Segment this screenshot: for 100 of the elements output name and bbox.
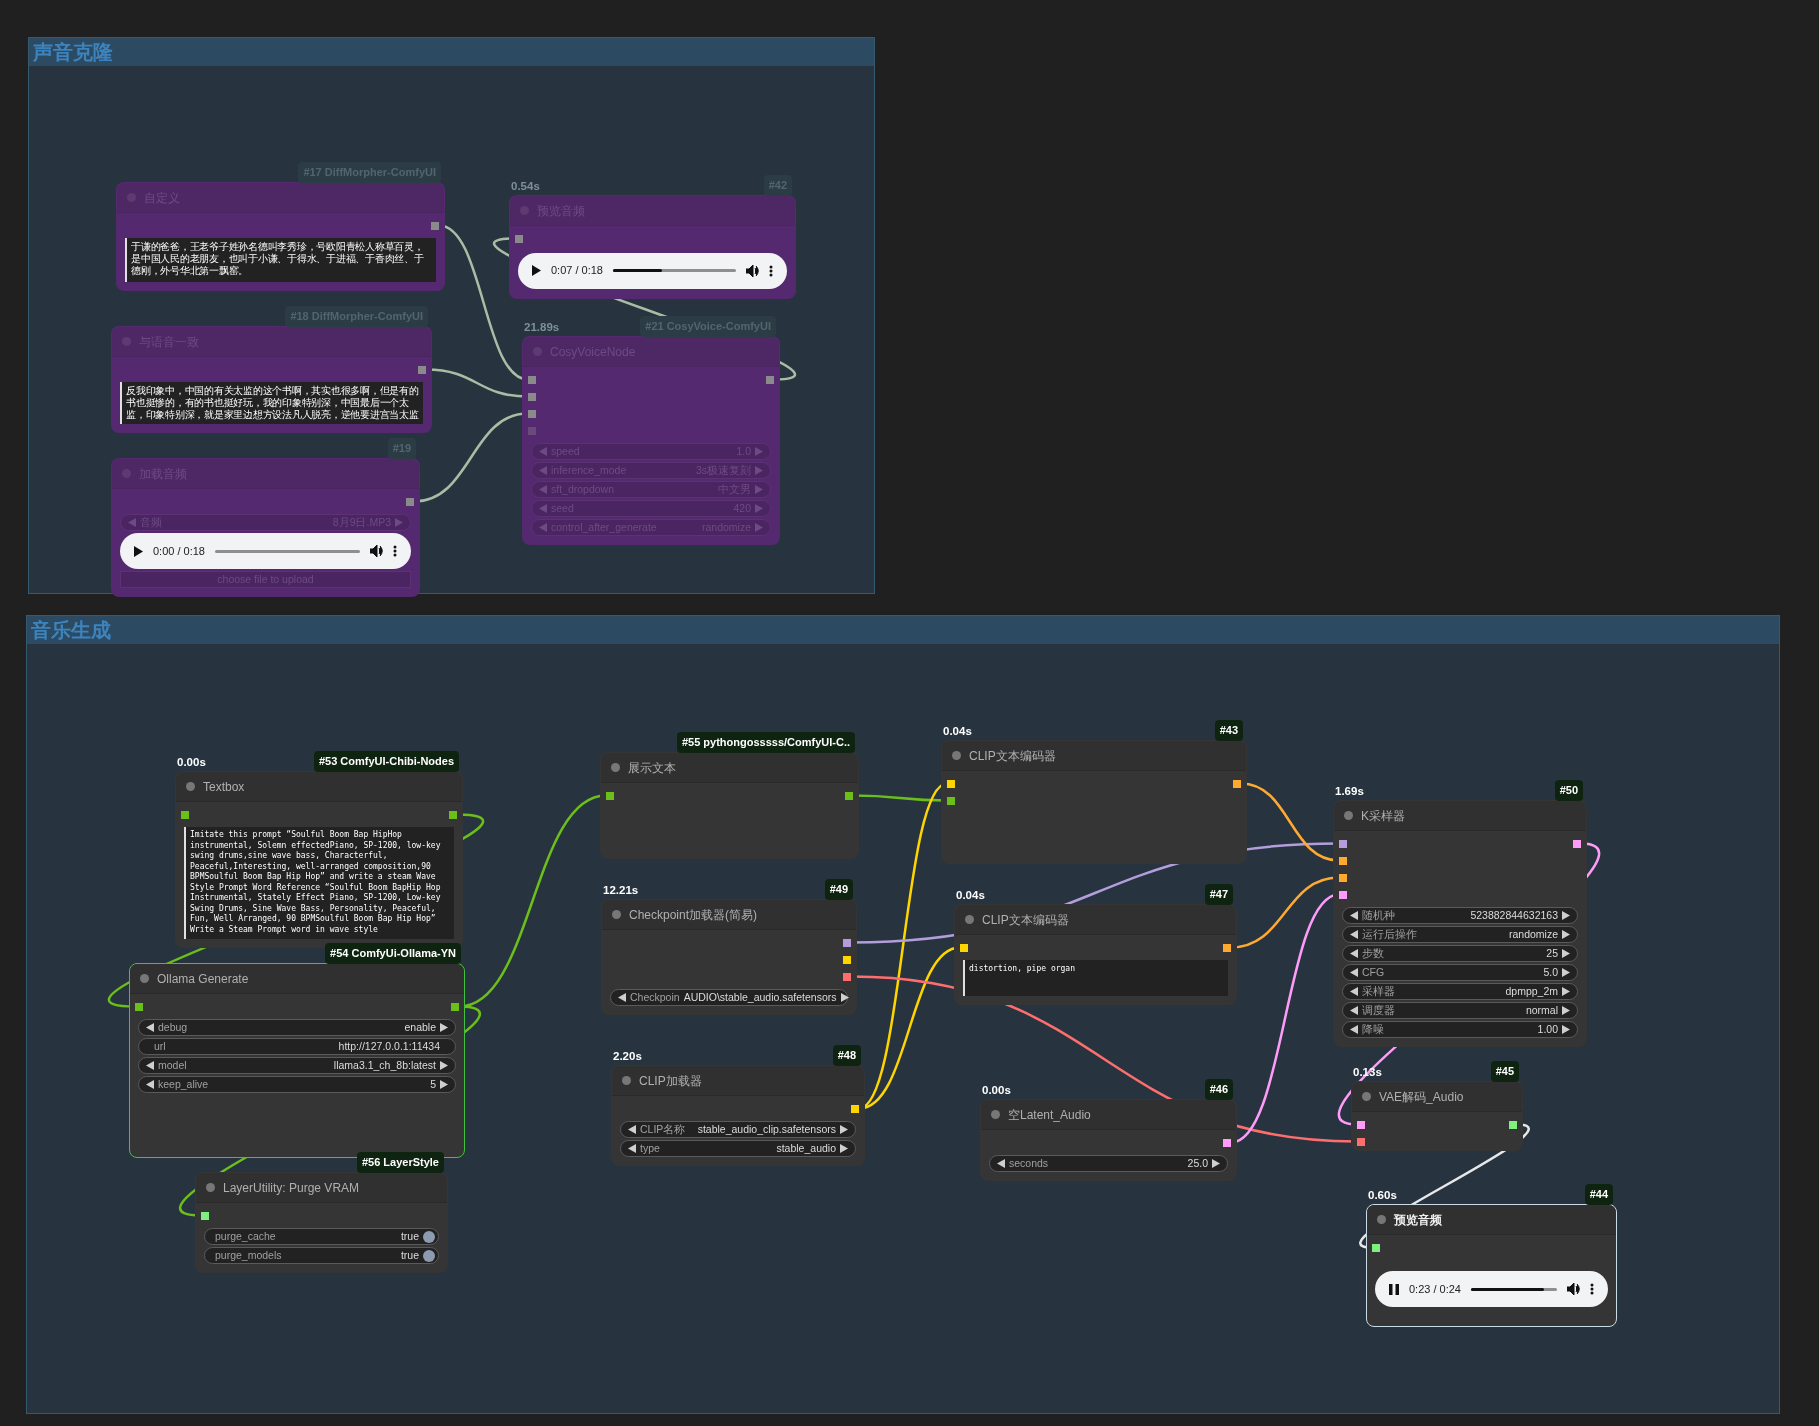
time-readout: 0:23 / 0:24 (1409, 1281, 1461, 1297)
widget-value: true (400, 1228, 419, 1244)
run-time-label: 12.21s (603, 883, 639, 898)
node-header[interactable]: 展示文本 (601, 753, 858, 783)
audio-player[interactable]: 0:00 / 0:18 (120, 533, 411, 569)
run-time-label: 0.60s (1368, 1188, 1397, 1203)
text-area[interactable]: distortion, pipe organ (963, 960, 1228, 996)
group-title: 声音克隆 (33, 42, 113, 62)
widget-value: 5 (430, 1076, 436, 1092)
value-stepper[interactable]: 调度器 normal (1342, 1002, 1578, 1019)
run-time-label: 21.89s (524, 320, 560, 335)
widget-label: seconds (1009, 1155, 1049, 1171)
node-title: Checkpoint加载器(简易) (629, 906, 758, 924)
node-badge: #54 ComfyUi-Ollama-YN (325, 943, 461, 964)
node-header[interactable]: CLIP文本编码器 (955, 905, 1236, 935)
node-header[interactable]: K采样器 (1334, 801, 1586, 831)
widget-label: purge_cache (215, 1228, 276, 1244)
value-stepper[interactable]: model llama3.1_ch_8b:latest (138, 1057, 456, 1074)
time-readout: 0:07 / 0:18 (551, 263, 603, 279)
node-title: K采样器 (1361, 807, 1405, 825)
run-time-label: 2.20s (613, 1049, 642, 1064)
widget-label: Checkpoin (630, 989, 680, 1005)
audio-player[interactable]: 0:07 / 0:18 (518, 252, 787, 289)
node-badge: #43 (1214, 720, 1243, 741)
toggle-switch[interactable]: purge_cache true (204, 1228, 439, 1245)
node-title: 预览音频 (1394, 1211, 1442, 1229)
node-header[interactable]: Ollama Generate (130, 964, 464, 994)
text-area[interactable]: 反我印象中，中国的有关太监的这个书啊，其实也很多啊，但是有的书也挺惨的，有的书也挺好玩，我的印象特别深，中国最后一个太监，印象特别深，就是家里边想方设法凡人脱亮，逆他要进宫当太监 (120, 382, 423, 424)
node-title: 空Latent_Audio (1008, 1106, 1091, 1124)
widget-label: type (640, 1140, 660, 1156)
node-title: Ollama Generate (157, 970, 249, 988)
value-stepper[interactable]: CFG 5.0 (1342, 964, 1578, 981)
node-title: CLIP加载器 (639, 1072, 702, 1090)
widget-value: dpmpp_2m (1505, 983, 1558, 999)
widget-value: AUDIO\stable_audio.safetensors (683, 989, 837, 1005)
value-stepper[interactable]: keep_alive 5 (138, 1076, 456, 1093)
node-header[interactable]: CLIP加载器 (612, 1066, 864, 1096)
node-title: CLIP文本编码器 (969, 747, 1056, 765)
value-stepper[interactable]: 随机种 523882844632163 (1342, 907, 1578, 924)
group-title: 音乐生成 (31, 620, 111, 640)
node-badge: #45 (1490, 1061, 1519, 1082)
node-card[interactable]: LayerUtility: Purge VRAM purge_cache true purge_models true (195, 1172, 448, 1273)
text-field[interactable]: url http://127.0.0.1:11434 (138, 1038, 456, 1055)
node-badge: #44 (1584, 1184, 1613, 1205)
widget-value: 1.00 (1537, 1021, 1558, 1037)
audio-player[interactable]: 0:23 / 0:24 (1375, 1271, 1608, 1307)
widget-value: normal (1525, 1002, 1558, 1018)
value-stepper[interactable]: Checkpoin AUDIO\stable_audio.safetensors (610, 989, 848, 1006)
node-header[interactable]: Checkpoint加载器(简易) (602, 900, 856, 930)
time-readout: 0:00 / 0:18 (153, 543, 205, 559)
widget-label: 运行后操作 (1362, 926, 1417, 942)
node-badge: #50 (1554, 780, 1583, 801)
widget-value: http://127.0.0.1:11434 (338, 1038, 440, 1054)
value-stepper[interactable]: seconds 25.0 (989, 1155, 1228, 1172)
value-stepper[interactable]: 步数 25 (1342, 945, 1578, 962)
node-card[interactable]: Checkpoint加载器(简易) Checkpoin AUDIO\stable_audio.safetensors (601, 899, 857, 1015)
widget-label: url (154, 1038, 166, 1054)
node-card[interactable]: K采样器 随机种 523882844632163 运行后操作 randomize 步数 25 CFG 5.0 采样器 dpmpp_2m 调度器 normal 降噪 1.00 (1333, 800, 1587, 1047)
node-badge: #47 (1204, 884, 1233, 905)
value-stepper[interactable]: type stable_audio (620, 1140, 856, 1157)
node-card[interactable]: CLIP加载器 CLIP名称 stable_audio_clip.safetensors type stable_audio (611, 1065, 865, 1166)
text-area[interactable]: Imitate this prompt “Soulful Boom Bap HipHop instrumental, Solemn effectedPiano, SP-1200, low-key swing drums,sine wave bass, Characterful, Peaceful,Interesting, well-arranged composition,90 BPMSoulful Boom Bap Hip Hop” and write a steam Wave Style Prompt Word Reference “Soulful Boom BapHip Hop Instrumental, Stately Effect Piano, SP-1200, Low-key Swing Drums, Sine Wave Bass, Personality, Peaceful, Fun, Well Arranged, 90 BPMSoulful Boom Bap Hip Hop” Write a Steam Prompt word in wave style (184, 827, 454, 939)
node-card[interactable]: 空Latent_Audio seconds 25.0 (980, 1099, 1237, 1181)
node-card[interactable]: Ollama Generate debug enable url http://127.0.0.1:11434 model llama3.1_ch_8b:latest keep_alive 5 (129, 963, 465, 1158)
value-stepper[interactable]: debug enable (138, 1019, 456, 1036)
node-header[interactable]: 预览音频 (1367, 1205, 1616, 1235)
widget-value: 25 (1546, 945, 1558, 961)
widget-value: 5.0 (1543, 964, 1558, 980)
node-badge: #48 (832, 1045, 861, 1066)
run-time-label: 0.00s (982, 1083, 1011, 1098)
node-badge: #55 pythongosssss/ComfyUI-C.. (676, 732, 855, 753)
node-card[interactable]: VAE解码_Audio (1351, 1081, 1523, 1151)
widget-label: model (158, 1057, 187, 1073)
node-card[interactable]: 预览音频 0:23 / 0:24 (1366, 1204, 1617, 1327)
node-badge: #49 (824, 879, 853, 900)
node-header[interactable]: LayerUtility: Purge VRAM (196, 1173, 447, 1203)
node-header[interactable]: CLIP文本编码器 (942, 741, 1246, 771)
widget-label: debug (158, 1019, 188, 1035)
widget-value: 523882844632163 (1470, 907, 1558, 923)
value-stepper[interactable]: 降噪 1.00 (1342, 1021, 1578, 1038)
run-time-label: 0.54s (511, 179, 540, 194)
node-badge: #46 (1204, 1079, 1233, 1100)
run-time-label: 0.04s (956, 888, 985, 903)
text-area[interactable]: 于谦的爸爸，王老爷子姓孙名德叫李秀珍，号欧阳青松人称草百灵，是中国人民的老朋友，也叫于小谦、于得水、于进福、于香肉丝、于德刚，外号华北第一飘窑。 (125, 238, 436, 282)
run-time-label: 0.04s (943, 724, 972, 739)
widget-label: CFG (1362, 964, 1385, 980)
widget-value: enable (404, 1019, 436, 1035)
node-card[interactable]: 展示文本 (600, 752, 859, 859)
node-badge: #56 LayerStyle (356, 1152, 444, 1173)
node-card[interactable]: CLIP文本编码器 distortion, pipe organ (954, 904, 1237, 1005)
value-stepper[interactable]: 采样器 dpmpp_2m (1342, 983, 1578, 1000)
node-header[interactable]: VAE解码_Audio (1352, 1082, 1522, 1112)
value-stepper[interactable]: 运行后操作 randomize (1342, 926, 1578, 943)
node-header[interactable]: Textbox (176, 772, 462, 802)
value-stepper[interactable]: CLIP名称 stable_audio_clip.safetensors (620, 1121, 856, 1138)
node-card[interactable]: CLIP文本编码器 (941, 740, 1247, 864)
widget-label: 采样器 (1362, 983, 1395, 999)
node-header[interactable]: 空Latent_Audio (981, 1100, 1236, 1130)
widget-label: 降噪 (1362, 1021, 1384, 1037)
toggle-switch[interactable]: purge_models true (204, 1247, 439, 1264)
